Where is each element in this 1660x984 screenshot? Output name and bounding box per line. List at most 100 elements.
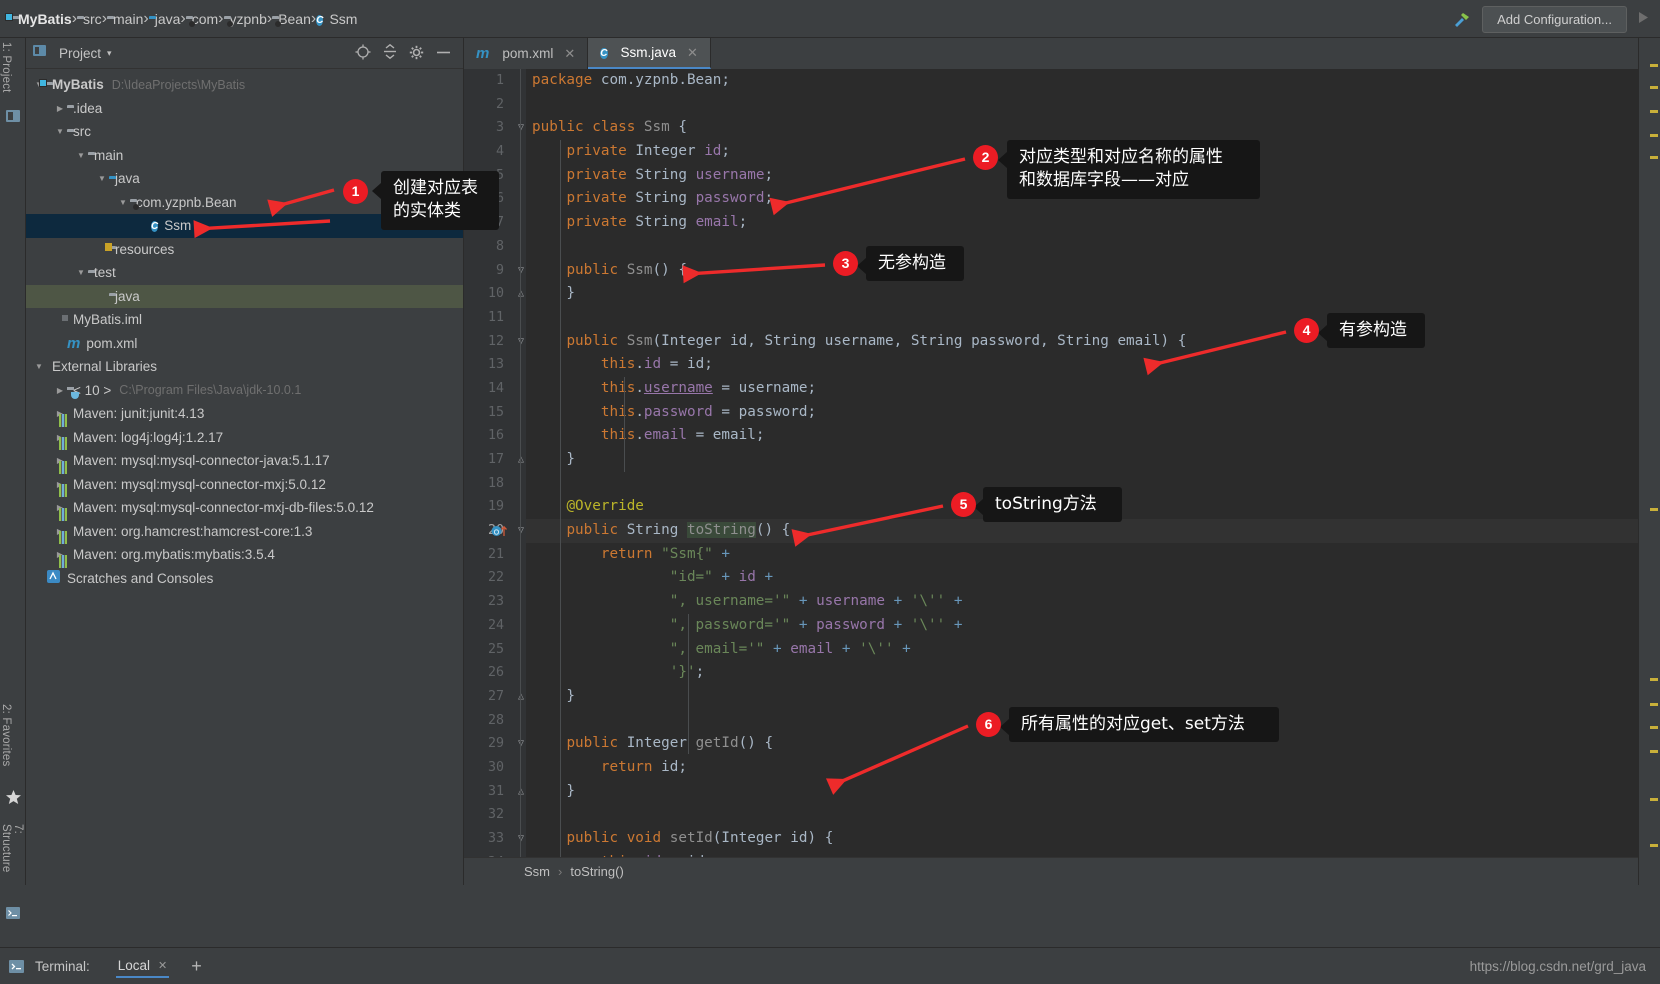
structure-tool-strip[interactable]: 7: Structure xyxy=(0,820,26,885)
line-number[interactable]: 11 xyxy=(464,306,508,330)
chevron-right-icon[interactable]: ▶ xyxy=(53,104,67,113)
line-number[interactable]: 17 xyxy=(464,448,508,472)
tree-item-mybatis[interactable]: ▼MyBatisD:\IdeaProjects\MyBatis xyxy=(26,73,463,97)
chevron-right-icon[interactable]: ▶ xyxy=(53,386,67,395)
code-line[interactable]: } xyxy=(526,448,1638,472)
code-line[interactable]: this.email = email; xyxy=(526,424,1638,448)
breadcrumb-item-mybatis[interactable]: MyBatis xyxy=(12,11,72,27)
breadcrumb-item-yzpnb[interactable]: yzpnb xyxy=(224,11,267,27)
line-number[interactable]: 22 xyxy=(464,566,508,590)
code-line[interactable]: public Ssm(Integer id, String username, … xyxy=(526,330,1638,354)
line-number[interactable]: 12 xyxy=(464,330,508,354)
tree-item-maven-mysql-mysql-connector-mxj-db-files-5-0-12[interactable]: ▶Maven: mysql:mysql-connector-mxj-db-fil… xyxy=(26,496,463,520)
close-icon[interactable]: ✕ xyxy=(687,45,698,61)
chevron-down-icon[interactable]: ▼ xyxy=(116,198,130,207)
line-number[interactable]: 25 xyxy=(464,638,508,662)
line-number[interactable]: 28 xyxy=(464,709,508,733)
override-method-icon[interactable]: O xyxy=(491,523,509,539)
chevron-down-icon[interactable]: ▼ xyxy=(32,362,46,371)
line-number[interactable]: 14 xyxy=(464,377,508,401)
code-line[interactable] xyxy=(526,803,1638,827)
editor-tab-pom-xml[interactable]: m pom.xml ✕ xyxy=(464,38,589,69)
tree-item-idea[interactable]: ▶ .idea xyxy=(26,97,463,121)
add-configuration-button[interactable]: Add Configuration... xyxy=(1482,5,1627,33)
project-tool-strip[interactable]: 1: Project xyxy=(0,38,26,148)
code-line[interactable]: private String email; xyxy=(526,211,1638,235)
editor-breadcrumb[interactable]: Ssm › toString() xyxy=(464,857,1638,885)
hide-minus-icon[interactable] xyxy=(436,45,451,62)
code-line[interactable]: public class Ssm { xyxy=(526,116,1638,140)
code-line[interactable]: this.username = username; xyxy=(526,377,1638,401)
settings-gear-icon[interactable] xyxy=(409,45,424,62)
line-number[interactable]: 30 xyxy=(464,756,508,780)
close-icon[interactable]: ✕ xyxy=(564,46,575,62)
line-number[interactable]: 29 xyxy=(464,732,508,756)
editor-tab-bar[interactable]: m pom.xml ✕ C Ssm.java ✕ xyxy=(464,38,1638,69)
code-line[interactable]: } xyxy=(526,685,1638,709)
locate-icon[interactable] xyxy=(355,44,371,62)
code-line[interactable]: } xyxy=(526,780,1638,804)
line-number[interactable]: 21 xyxy=(464,543,508,567)
tree-item-maven-org-hamcrest-hamcrest-core-1-3[interactable]: ▶Maven: org.hamcrest:hamcrest-core:1.3 xyxy=(26,520,463,544)
breadcrumb-item-main[interactable]: main xyxy=(107,11,143,27)
line-number[interactable]: 1 xyxy=(464,69,508,93)
line-number[interactable]: 16 xyxy=(464,424,508,448)
run-play-icon[interactable] xyxy=(1637,11,1650,28)
breadcrumb-item-ssm[interactable]: C Ssm xyxy=(316,10,357,28)
tree-item-maven-junit-junit-4-13[interactable]: ▶Maven: junit:junit:4.13 xyxy=(26,402,463,426)
tree-item-mybatis-iml[interactable]: MyBatis.iml xyxy=(26,308,463,332)
tree-item-10[interactable]: ▶ < 10 > C:\Program Files\Java\jdk-10.0.1 xyxy=(26,379,463,403)
add-terminal-tab-button[interactable]: + xyxy=(191,956,202,977)
tree-item-maven-org-mybatis-mybatis-3-5-4[interactable]: ▶Maven: org.mybatis:mybatis:3.5.4 xyxy=(26,543,463,567)
breadcrumb-item-com[interactable]: com xyxy=(186,11,218,27)
line-number[interactable]: 19 xyxy=(464,495,508,519)
breadcrumb-method[interactable]: toString() xyxy=(570,864,623,879)
breadcrumb-item-java[interactable]: java xyxy=(149,11,181,27)
tree-item-maven-log4j-log4j-1-2-17[interactable]: ▶Maven: log4j:log4j:1.2.17 xyxy=(26,426,463,450)
code-line[interactable] xyxy=(526,93,1638,117)
line-number[interactable]: 23 xyxy=(464,590,508,614)
breadcrumb-item-bean[interactable]: Bean xyxy=(272,11,311,27)
line-number[interactable]: 31 xyxy=(464,780,508,804)
line-number[interactable]: 26 xyxy=(464,661,508,685)
chevron-down-icon[interactable]: ▼ xyxy=(53,127,67,136)
tree-item-test[interactable]: ▼ test xyxy=(26,261,463,285)
line-number[interactable]: 4 xyxy=(464,140,508,164)
code-line[interactable]: ", username='" + username + '\'' + xyxy=(526,590,1638,614)
terminal-icon[interactable] xyxy=(8,958,25,975)
tree-item-maven-mysql-mysql-connector-mxj-5-0-12[interactable]: ▶Maven: mysql:mysql-connector-mxj:5.0.12 xyxy=(26,473,463,497)
collapse-all-icon[interactable] xyxy=(383,43,397,62)
tree-item-resources[interactable]: resources xyxy=(26,238,463,262)
chevron-down-icon[interactable]: ▾ xyxy=(107,48,112,59)
favorites-star-icon[interactable] xyxy=(5,789,22,806)
tree-item-maven-mysql-mysql-connector-java-5-1-17[interactable]: ▶Maven: mysql:mysql-connector-java:5.1.1… xyxy=(26,449,463,473)
line-number[interactable]: 24 xyxy=(464,614,508,638)
line-number[interactable]: 8 xyxy=(464,235,508,259)
line-number[interactable]: 13 xyxy=(464,353,508,377)
code-line[interactable]: } xyxy=(526,282,1638,306)
code-line[interactable]: return "Ssm{" + xyxy=(526,543,1638,567)
terminal-strip-icon[interactable] xyxy=(5,905,21,921)
line-number[interactable]: 9 xyxy=(464,259,508,283)
code-line[interactable]: "id=" + id + xyxy=(526,566,1638,590)
chevron-down-icon[interactable]: ▼ xyxy=(74,268,88,277)
tree-item-pom-xml[interactable]: m pom.xml xyxy=(26,332,463,356)
code-line[interactable]: this.password = password; xyxy=(526,401,1638,425)
code-line[interactable]: public void setId(Integer id) { xyxy=(526,827,1638,851)
line-number[interactable]: 15 xyxy=(464,401,508,425)
code-line[interactable]: return id; xyxy=(526,756,1638,780)
line-number[interactable]: 27 xyxy=(464,685,508,709)
breadcrumb-item-src[interactable]: src xyxy=(77,11,102,27)
code-line[interactable]: ", password='" + password + '\'' + xyxy=(526,614,1638,638)
close-icon[interactable]: ✕ xyxy=(158,959,167,972)
tree-item-scratches-and-consoles[interactable]: Scratches and Consoles xyxy=(26,567,463,591)
code-line[interactable]: '}'; xyxy=(526,661,1638,685)
editor-marker-strip[interactable] xyxy=(1638,38,1660,885)
code-line[interactable] xyxy=(526,235,1638,259)
code-line[interactable]: package com.yzpnb.Bean; xyxy=(526,69,1638,93)
line-number[interactable]: 32 xyxy=(464,803,508,827)
tree-item-main[interactable]: ▼ main xyxy=(26,144,463,168)
line-number[interactable]: 33 xyxy=(464,827,508,851)
code-line[interactable]: public Ssm() { xyxy=(526,259,1638,283)
breadcrumb-class[interactable]: Ssm xyxy=(524,864,550,879)
